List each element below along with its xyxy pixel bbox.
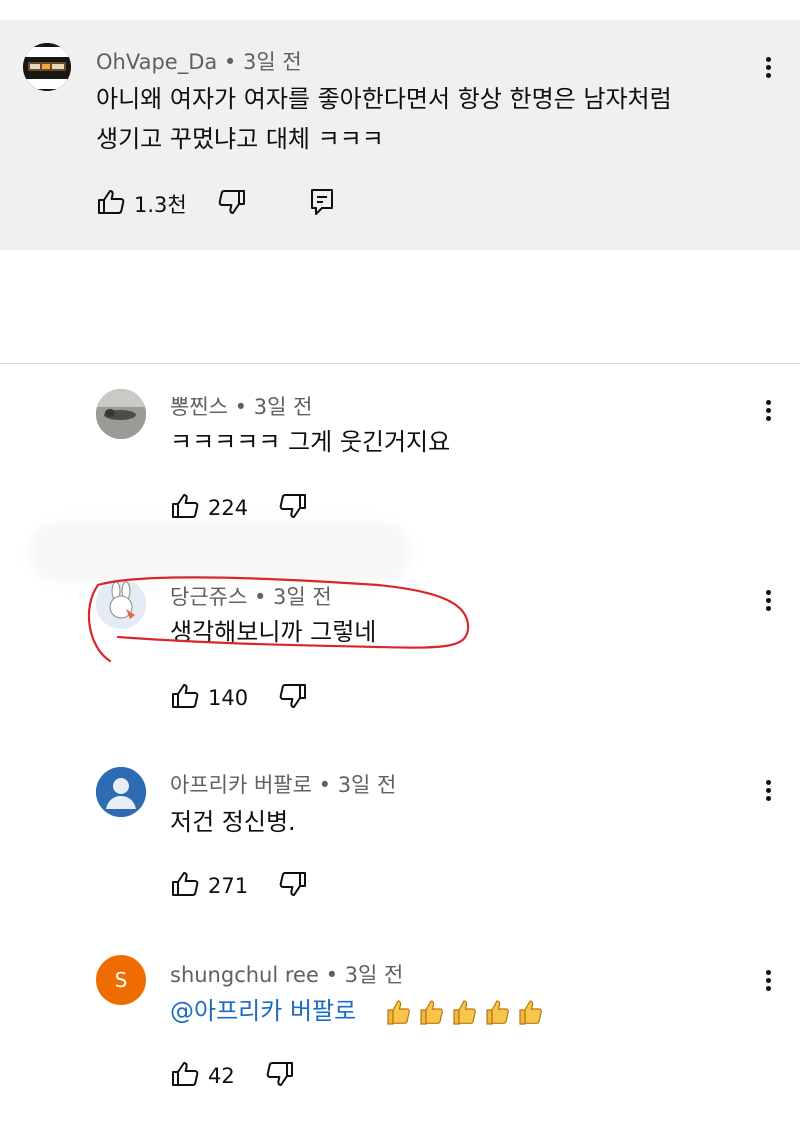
- comment-meta: OhVape_Da • 3일 전: [96, 46, 302, 76]
- thumb-down-icon[interactable]: [278, 869, 308, 903]
- author-name[interactable]: shungchul ree: [170, 963, 319, 987]
- avatar-letter: S: [114, 968, 128, 992]
- thumb-up-icon[interactable]: [170, 869, 200, 903]
- thumbs-up-emoji-icon: [453, 1000, 476, 1025]
- avatar[interactable]: [23, 43, 71, 91]
- thumbs-up-emoji-icon: [486, 1000, 509, 1025]
- more-options-icon[interactable]: [758, 54, 778, 84]
- like-count: 140: [208, 686, 249, 710]
- profile-photo-icon: [96, 389, 146, 439]
- thumbs-up-emoji-icon: [420, 1000, 443, 1025]
- thumb-down-icon[interactable]: [278, 681, 308, 715]
- reply-comment: 아프리카 버팔로 • 3일 전 저건 정신병. 271: [0, 743, 800, 933]
- top-divider: [0, 0, 800, 21]
- like-count: 42: [208, 1064, 235, 1088]
- comment-text: ㅋㅋㅋㅋㅋ 그게 웃긴거지요: [170, 428, 451, 456]
- avatar[interactable]: S: [96, 955, 146, 1005]
- thumb-down-icon[interactable]: [278, 491, 308, 525]
- comment-actions: 42: [170, 1059, 295, 1093]
- author-name[interactable]: 아프리카 버팔로: [170, 773, 312, 797]
- thumbs-up-emoji-icon: [519, 1000, 542, 1025]
- reply-comment: 당근쥬스 • 3일 전 생각해보니까 그렇네 140: [0, 553, 800, 743]
- comment-time[interactable]: 3일 전: [338, 773, 397, 797]
- thumb-up-icon[interactable]: [170, 1059, 200, 1093]
- reply-comment: S shungchul ree • 3일 전 @아프리카 버팔로 42: [0, 933, 800, 1139]
- thumb-up-icon[interactable]: [96, 187, 126, 221]
- more-options-icon[interactable]: [758, 397, 778, 427]
- thumbs-up-emoji-icon: [387, 1000, 410, 1025]
- avatar[interactable]: [96, 767, 146, 817]
- thumbs-up-emoji-row: [382, 996, 547, 1028]
- author-name[interactable]: 뽕찐스: [170, 395, 228, 419]
- more-options-icon[interactable]: [758, 777, 778, 807]
- thumb-up-icon[interactable]: [170, 491, 200, 525]
- meta-separator: •: [223, 50, 237, 74]
- meta-separator: •: [318, 773, 331, 797]
- comment-meta: 뽕찐스 • 3일 전: [170, 391, 312, 421]
- channel-logo-icon: [23, 43, 71, 91]
- user-mention-link[interactable]: @아프리카 버팔로: [170, 997, 356, 1025]
- comment-text-line-1: 아니왜 여자가 여자를 좋아한다면서 항상 한명은 남자처럼: [96, 85, 672, 113]
- comment-actions: 140: [170, 681, 308, 715]
- more-options-icon[interactable]: [758, 587, 778, 617]
- avatar[interactable]: [96, 389, 146, 439]
- comment-meta: 아프리카 버팔로 • 3일 전: [170, 769, 396, 799]
- comment-actions: 224: [170, 491, 308, 525]
- comment-text: @아프리카 버팔로: [170, 992, 547, 1030]
- comment-text: 저건 정신병.: [170, 808, 296, 836]
- like-count: 271: [208, 874, 249, 898]
- comment-actions: 271: [170, 869, 308, 903]
- blurred-area: [0, 250, 800, 582]
- comment-time[interactable]: 3일 전: [254, 395, 313, 419]
- parent-comment: OhVape_Da • 3일 전 아니왜 여자가 여자를 좋아한다면서 항상 한…: [0, 20, 800, 250]
- thumb-down-icon[interactable]: [265, 1059, 295, 1093]
- thumb-down-icon[interactable]: [217, 187, 247, 221]
- comment-time[interactable]: 3일 전: [243, 50, 302, 74]
- comment-actions: 1.3천: [96, 187, 335, 221]
- thumb-up-icon[interactable]: [170, 681, 200, 715]
- meta-separator: •: [325, 963, 338, 987]
- reply-comment-icon[interactable]: [309, 187, 335, 221]
- like-count: 1.3천: [134, 193, 187, 217]
- author-name[interactable]: OhVape_Da: [96, 50, 217, 74]
- comment-text-line-2: 생기고 꾸몄냐고 대체 ㅋㅋㅋ: [96, 125, 384, 153]
- red-highlight-circle: [87, 576, 470, 663]
- comment-time[interactable]: 3일 전: [345, 963, 404, 987]
- more-options-icon[interactable]: [758, 967, 778, 997]
- reply-comment: 뽕찐스 • 3일 전 ㅋㅋㅋㅋㅋ 그게 웃긴거지요 224: [0, 363, 800, 553]
- like-count: 224: [208, 496, 249, 520]
- default-user-icon: [96, 767, 146, 817]
- meta-separator: •: [234, 395, 248, 419]
- comment-meta: shungchul ree • 3일 전: [170, 959, 403, 989]
